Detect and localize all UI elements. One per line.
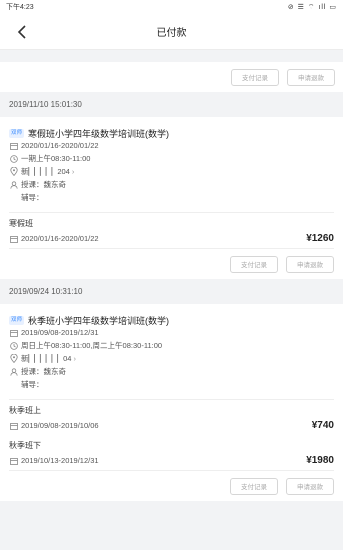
order-actions: 支付记录 申请退款 — [9, 249, 334, 279]
teacher-row: 授课：魏东奇 — [9, 178, 334, 191]
item-date-row: 2019/10/13-2019/12/31 — [9, 451, 99, 470]
schedule-row: 一期上午08:30-11:00 — [9, 152, 334, 165]
item-name: 寒假班 — [9, 219, 33, 228]
helper: 辅导： — [21, 193, 44, 202]
back-button[interactable] — [12, 22, 32, 42]
course-title-row[interactable]: 双师 秋季班小学四年级数学培训班(数学) — [9, 304, 334, 326]
date-range-row: 2019/09/08-2019/12/31 — [9, 326, 334, 339]
schedule-row: 周日上午08:30-11:00,周二上午08:30-11:00 — [9, 339, 334, 352]
order-datetime: 2019/11/10 15:01:30 — [9, 100, 82, 109]
item-date-range: 2019/09/08-2019/10/06 — [21, 421, 99, 430]
teacher: 授课：魏东奇 — [21, 180, 66, 189]
schedule: 一期上午08:30-11:00 — [21, 154, 91, 163]
item-price: ¥1260 — [306, 233, 334, 244]
chevron-right-icon: › — [71, 167, 75, 176]
course-name: 秋季班小学四年级数学培训班(数学) — [28, 315, 170, 326]
calendar-icon — [9, 328, 18, 337]
refund-button[interactable]: 申请退款 — [286, 477, 334, 495]
calendar-icon — [9, 141, 18, 150]
status-time: 下午4:23 — [6, 4, 34, 11]
teacher: 授课：魏东奇 — [21, 367, 66, 376]
schedule: 周日上午08:30-11:00,周二上午08:30-11:00 — [21, 341, 163, 350]
calendar-icon — [9, 421, 18, 430]
pay-record-button[interactable]: 支付记录 — [230, 255, 278, 273]
user-icon — [9, 180, 18, 189]
course-name: 寒假班小学四年级数学培训班(数学) — [28, 128, 170, 139]
item-row: 2020/01/16-2020/01/22 ¥1260 — [9, 229, 334, 248]
clock-icon — [9, 154, 18, 163]
item-date-row: 2019/09/08-2019/10/06 — [9, 416, 99, 435]
clock-icon — [9, 341, 18, 350]
order-card: 双师 秋季班小学四年级数学培训班(数学) 2019/09/08-2019/12/… — [0, 304, 343, 501]
refund-button[interactable]: 申请退款 — [286, 255, 334, 273]
date-range-row: 2020/01/16-2020/01/22 — [9, 139, 334, 152]
chevron-left-icon — [17, 25, 26, 39]
order-datetime: 2019/09/24 10:31:10 — [9, 287, 83, 296]
page-title: 已付款 — [156, 28, 187, 39]
status-bar: 下午4:23 ⊘ ☰ ⌔ ıll ▭ — [0, 0, 343, 14]
calendar-icon — [9, 456, 18, 465]
item-name: 秋季班上 — [9, 406, 41, 415]
item-price: ¥740 — [311, 420, 334, 431]
pay-record-button[interactable]: 支付记录 — [230, 477, 278, 495]
location: 新▏▏▏▏▏▏04 — [21, 354, 72, 363]
date-range: 2019/09/08-2019/12/31 — [21, 328, 99, 337]
location-row[interactable]: 新▏▏▏▏▏204 › — [9, 165, 334, 178]
top-actions: 支付记录 申请退款 — [0, 62, 343, 92]
user-icon — [9, 367, 18, 376]
order-card: 双师 寒假班小学四年级数学培训班(数学) 2020/01/16-2020/01/… — [0, 117, 343, 279]
pay-record-button[interactable]: 支付记录 — [231, 68, 279, 86]
date-range: 2020/01/16-2020/01/22 — [21, 141, 99, 150]
course-tag: 双师 — [9, 315, 25, 325]
item-date-range: 2019/10/13-2019/12/31 — [21, 456, 99, 465]
location-row[interactable]: 新▏▏▏▏▏▏04 › — [9, 352, 334, 365]
location-pin-icon — [9, 354, 18, 363]
course-tag: 双师 — [9, 128, 25, 138]
item-date-range: 2020/01/16-2020/01/22 — [21, 234, 99, 243]
location: 新▏▏▏▏▏204 — [21, 167, 70, 176]
location-pin-icon — [9, 167, 18, 176]
helper: 辅导： — [21, 380, 44, 389]
calendar-icon — [9, 234, 18, 243]
item-price: ¥1980 — [306, 455, 334, 466]
order-actions: 支付记录 申请退款 — [9, 471, 334, 501]
chevron-right-icon: › — [73, 354, 76, 363]
item-date-row: 2020/01/16-2020/01/22 — [9, 229, 99, 248]
course-title-row[interactable]: 双师 寒假班小学四年级数学培训班(数学) — [9, 117, 334, 139]
teacher-row: 授课：魏东奇 — [9, 365, 334, 378]
status-icons: ⊘ ☰ ⌔ ıll ▭ — [287, 3, 337, 11]
item-row: 2019/09/08-2019/10/06 ¥740 — [9, 416, 334, 435]
nav-bar: 已付款 — [0, 14, 343, 50]
refund-button[interactable]: 申请退款 — [287, 68, 335, 86]
item-row: 2019/10/13-2019/12/31 ¥1980 — [9, 451, 334, 470]
item-name: 秋季班下 — [9, 441, 41, 450]
